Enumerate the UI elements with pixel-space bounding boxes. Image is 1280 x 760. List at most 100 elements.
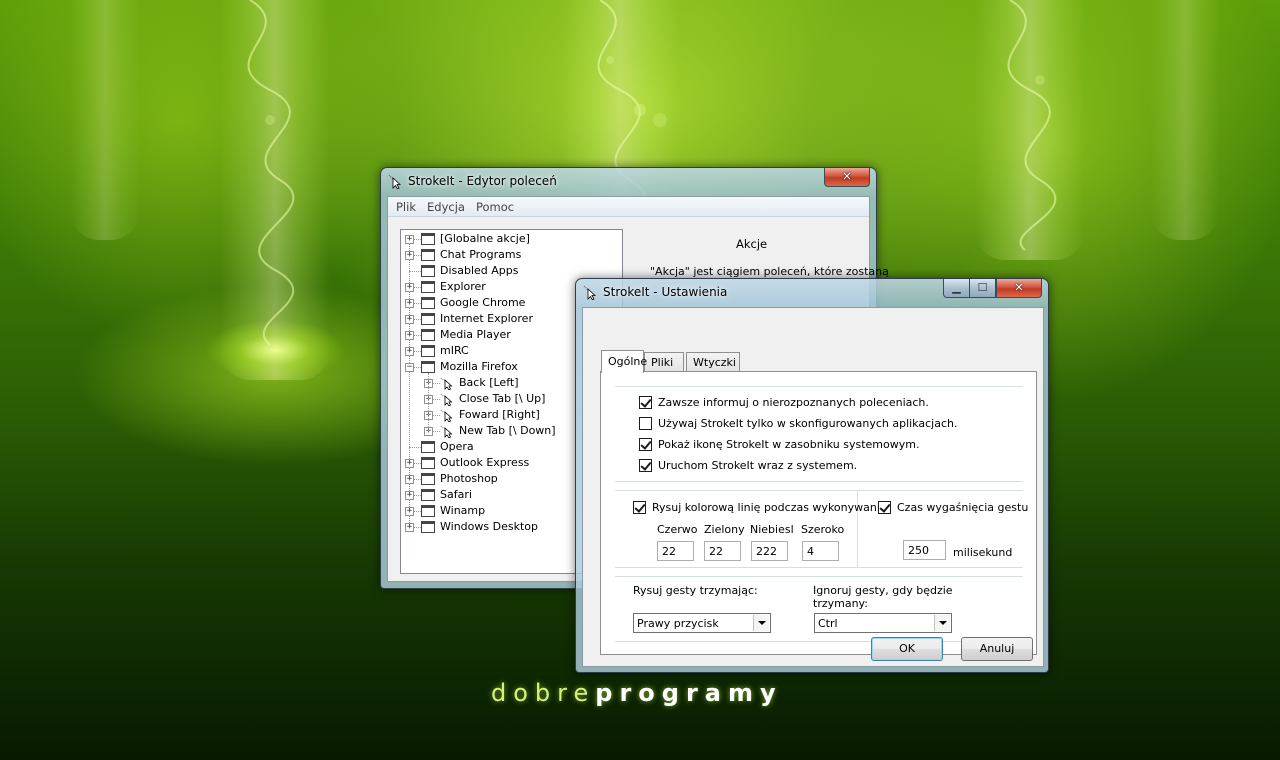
window-icon bbox=[421, 345, 435, 357]
option-label: Pokaż ikonę StrokeIt w zasobniku systemo… bbox=[658, 438, 920, 451]
chevron-down-icon[interactable] bbox=[753, 615, 769, 631]
window-icon bbox=[421, 297, 435, 309]
tree-item-label: Google Chrome bbox=[440, 296, 526, 309]
expand-icon[interactable]: + bbox=[405, 507, 414, 516]
tree-item-label: Winamp bbox=[440, 504, 486, 517]
maximize-button[interactable]: ☐ bbox=[970, 279, 996, 298]
window-icon bbox=[421, 281, 435, 293]
tree-item-label: Foward [Right] bbox=[459, 408, 540, 421]
tree-item-label: Internet Explorer bbox=[440, 312, 533, 325]
tree-item-label: Outlook Express bbox=[440, 456, 530, 469]
option-configured-apps-only[interactable]: Używaj StrokeIt tylko w skonfigurowanych… bbox=[639, 417, 957, 430]
gesture-timeout-checkbox[interactable] bbox=[878, 501, 891, 514]
option-checkbox[interactable] bbox=[639, 459, 652, 472]
gesture-cursor-icon bbox=[440, 409, 453, 422]
window-icon bbox=[421, 473, 435, 485]
actions-heading: Akcje bbox=[736, 237, 768, 251]
draw-line-label: Rysuj kolorową linię podczas wykonywania bbox=[652, 501, 887, 514]
tree-item-application[interactable]: + Chat Programs bbox=[401, 247, 622, 263]
tree-item-label: mIRC bbox=[440, 344, 469, 357]
expand-icon[interactable]: + bbox=[405, 491, 414, 500]
green-input[interactable]: 22 bbox=[704, 541, 741, 561]
minimize-button[interactable]: ▁ bbox=[943, 279, 970, 298]
tree-item-label: Photoshop bbox=[440, 472, 498, 485]
tree-item-application[interactable]: Disabled Apps bbox=[401, 263, 622, 279]
editor-close-button[interactable]: ✕ bbox=[824, 168, 870, 187]
strokeit-app-icon bbox=[388, 174, 402, 189]
option-tray-icon[interactable]: Pokaż ikonę StrokeIt w zasobniku systemo… bbox=[639, 438, 919, 451]
tree-item-label: Opera bbox=[440, 440, 474, 453]
settings-close-button[interactable]: ✕ bbox=[996, 279, 1042, 298]
ignore-hold-label-cont: trzymany: bbox=[813, 597, 868, 610]
draw-hold-select[interactable]: Prawy przycisk bbox=[633, 613, 771, 633]
red-label: Czerwo bbox=[657, 523, 698, 536]
tree-item-label: Safari bbox=[440, 488, 472, 501]
expand-icon[interactable]: + bbox=[405, 299, 414, 308]
expand-icon[interactable]: + bbox=[405, 523, 414, 532]
tree-guide-line bbox=[428, 373, 429, 431]
gesture-timeout-input[interactable]: 250 bbox=[903, 540, 946, 560]
editor-titlebar[interactable]: StrokeIt - Edytor poleceń ✕ bbox=[381, 168, 876, 196]
tree-guide-line bbox=[409, 447, 421, 448]
window-icon bbox=[421, 505, 435, 517]
window-icon bbox=[421, 521, 435, 533]
milliseconds-label: milisekund bbox=[953, 546, 1013, 559]
menu-pomoc[interactable]: Pomoc bbox=[472, 197, 519, 216]
tab-wtyczki[interactable]: Wtyczki bbox=[686, 352, 740, 372]
window-icon bbox=[421, 329, 435, 341]
draw-line-option[interactable]: Rysuj kolorową linię podczas wykonywania bbox=[633, 501, 887, 514]
window-icon bbox=[421, 249, 435, 261]
gesture-cursor-icon bbox=[440, 393, 453, 406]
expand-icon[interactable]: + bbox=[405, 459, 414, 468]
draw-line-checkbox[interactable] bbox=[633, 501, 646, 514]
ok-button[interactable]: OK bbox=[871, 637, 943, 661]
menu-plik[interactable]: Plik bbox=[392, 197, 421, 216]
window-icon bbox=[421, 233, 435, 245]
option-checkbox[interactable] bbox=[639, 396, 652, 409]
window-icon bbox=[421, 441, 435, 453]
blue-input[interactable]: 222 bbox=[751, 541, 788, 561]
actions-description: "Akcja" jest ciągiem poleceń, które zost… bbox=[650, 265, 889, 278]
red-input[interactable]: 22 bbox=[657, 541, 694, 561]
option-run-at-startup[interactable]: Uruchom StrokeIt wraz z systemem. bbox=[639, 459, 857, 472]
tree-item-application[interactable]: + [Globalne akcje] bbox=[401, 231, 622, 247]
expand-icon[interactable]: + bbox=[405, 475, 414, 484]
draw-hold-label: Rysuj gesty trzymając: bbox=[633, 584, 758, 597]
option-label: Uruchom StrokeIt wraz z systemem. bbox=[658, 459, 858, 472]
gesture-cursor-icon bbox=[440, 377, 453, 390]
draw-hold-value: Prawy przycisk bbox=[637, 617, 719, 630]
window-icon bbox=[421, 361, 435, 373]
ignore-hold-select[interactable]: Ctrl bbox=[814, 613, 952, 633]
tab-pliki[interactable]: Pliki bbox=[644, 352, 684, 372]
window-icon bbox=[421, 313, 435, 325]
option-checkbox[interactable] bbox=[639, 417, 652, 430]
cancel-button[interactable]: Anuluj bbox=[961, 637, 1033, 661]
brand-logo: dobreprogramy bbox=[491, 679, 783, 707]
chevron-down-icon[interactable] bbox=[934, 615, 950, 631]
expand-icon[interactable]: + bbox=[405, 251, 414, 260]
expand-icon[interactable]: + bbox=[405, 331, 414, 340]
settings-title: StrokeIt - Ustawienia bbox=[603, 285, 728, 299]
expand-icon[interactable]: + bbox=[405, 235, 414, 244]
option-notify-unrecognized[interactable]: Zawsze informuj o nierozpoznanych polece… bbox=[639, 396, 929, 409]
option-label: Zawsze informuj o nierozpoznanych polece… bbox=[658, 396, 929, 409]
tree-guide-line bbox=[409, 271, 421, 272]
width-input[interactable]: 4 bbox=[802, 541, 839, 561]
settings-titlebar[interactable]: StrokeIt - Ustawienia ▁ ☐ ✕ bbox=[576, 279, 1048, 307]
option-label: Używaj StrokeIt tylko w skonfigurowanych… bbox=[658, 417, 958, 430]
gesture-timeout-label: Czas wygaśnięcia gestu bbox=[897, 501, 1029, 514]
tab-ogolne[interactable]: Ogólne bbox=[601, 350, 647, 373]
expand-icon[interactable]: + bbox=[405, 315, 414, 324]
tree-item-label: [Globalne akcje] bbox=[440, 232, 530, 245]
ignore-hold-label: Ignoruj gesty, gdy będzie bbox=[813, 584, 953, 597]
tree-item-label: Close Tab [\ Up] bbox=[459, 392, 546, 405]
expand-icon[interactable]: + bbox=[405, 283, 414, 292]
editor-menubar: Plik Edycja Pomoc bbox=[388, 197, 869, 217]
expand-icon[interactable]: + bbox=[405, 347, 414, 356]
tree-item-label: Mozilla Firefox bbox=[440, 360, 518, 373]
menu-edycja[interactable]: Edycja bbox=[423, 197, 470, 216]
option-checkbox[interactable] bbox=[639, 438, 652, 451]
ignore-hold-value: Ctrl bbox=[818, 617, 838, 630]
collapse-icon[interactable]: − bbox=[405, 363, 414, 372]
gesture-timeout-option[interactable]: Czas wygaśnięcia gestu bbox=[878, 501, 1028, 514]
